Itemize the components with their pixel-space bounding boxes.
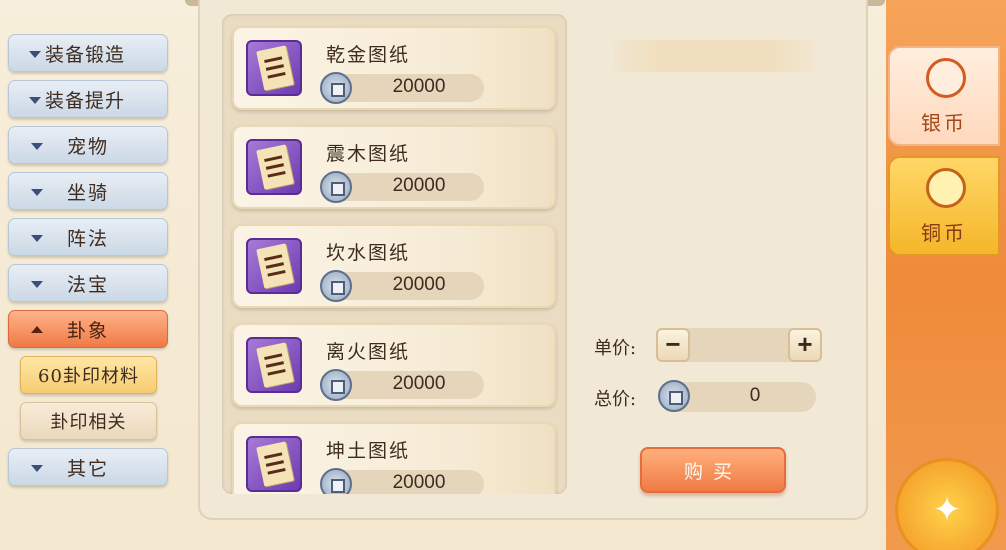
item-name: 离火图纸 [326, 341, 411, 363]
silver-coin-icon [320, 72, 352, 104]
silver-coin-icon [658, 380, 690, 412]
item-name: 坎水图纸 [326, 242, 411, 264]
category-trigram[interactable]: 卦象 [8, 310, 168, 348]
chevron-down-icon [29, 51, 41, 58]
item-name: 坤土图纸 [326, 440, 411, 462]
buy-button[interactable]: 购买 [640, 447, 786, 493]
blueprint-scroll-icon [246, 139, 302, 195]
item-price: 20000 [392, 175, 446, 196]
category-equipment-upgrade[interactable]: 装备提升 [8, 80, 168, 118]
silver-coin-icon [320, 369, 352, 401]
category-label: 卦象 [66, 319, 109, 342]
category-other[interactable]: 其它 [8, 448, 168, 486]
category-label: 坐骑 [66, 181, 109, 204]
chevron-down-icon [31, 465, 43, 472]
blueprint-scroll-icon [246, 337, 302, 393]
total-price-value: 0 [749, 385, 761, 406]
silver-coin-icon [320, 171, 352, 203]
category-pet[interactable]: 宠物 [8, 126, 168, 164]
category-label: 装备锻造 [45, 43, 126, 66]
tab-copper-coin[interactable]: 铜币 [888, 156, 1000, 256]
item-list[interactable]: 乾金图纸 20000 震木图纸 20000 坎水图纸 20000 离火图纸 20… [222, 14, 567, 494]
chevron-down-icon [31, 143, 43, 150]
category-label: 其它 [66, 457, 109, 480]
chevron-down-icon [31, 281, 43, 288]
chevron-down-icon [31, 235, 43, 242]
category-formation[interactable]: 阵法 [8, 218, 168, 256]
blueprint-scroll-icon [246, 238, 302, 294]
item-price: 20000 [392, 373, 446, 394]
buy-button-label: 购买 [683, 460, 742, 483]
category-label: 装备提升 [45, 89, 126, 112]
category-magic-treasure[interactable]: 法宝 [8, 264, 168, 302]
silver-ingot-icon [926, 58, 966, 98]
blueprint-scroll-icon [246, 40, 302, 96]
total-price-label: 总价: [594, 389, 637, 410]
blueprint-scroll-icon [246, 436, 302, 492]
category-equipment-forging[interactable]: 装备锻造 [8, 34, 168, 72]
category-mount[interactable]: 坐骑 [8, 172, 168, 210]
chevron-down-icon [31, 189, 43, 196]
increase-button[interactable]: + [788, 328, 822, 362]
item-card[interactable]: 坎水图纸 20000 [232, 224, 556, 308]
copper-coin-icon [926, 168, 966, 208]
item-card[interactable]: 乾金图纸 20000 [232, 26, 556, 110]
subcategory-label: 卦印相关 [50, 412, 127, 433]
item-card[interactable]: 离火图纸 20000 [232, 323, 556, 407]
chevron-down-icon [29, 97, 41, 104]
item-price: 20000 [392, 76, 446, 97]
silver-coin-icon [320, 270, 352, 302]
subcategory-60-seal-materials[interactable]: 60卦印材料 [20, 356, 157, 394]
category-label: 法宝 [66, 273, 109, 296]
tab-label: 铜币 [921, 221, 967, 245]
tab-silver-coin[interactable]: 银币 [888, 46, 1000, 146]
category-label: 阵法 [66, 227, 109, 250]
subcategory-seal-related[interactable]: 卦印相关 [20, 402, 157, 440]
item-name: 震木图纸 [326, 143, 411, 165]
chevron-up-icon [31, 326, 43, 333]
decrease-button[interactable]: − [656, 328, 690, 362]
category-label: 宠物 [66, 135, 109, 158]
selected-item-name-plate [614, 40, 814, 72]
item-card[interactable]: 坤土图纸 20000 [232, 422, 556, 494]
silver-coin-icon [320, 468, 352, 494]
item-price: 20000 [392, 274, 446, 295]
item-name: 乾金图纸 [326, 44, 411, 66]
item-price: 20000 [392, 472, 446, 493]
item-card[interactable]: 震木图纸 20000 [232, 125, 556, 209]
tab-label: 银币 [921, 111, 967, 135]
subcategory-label: 60卦印材料 [38, 366, 139, 387]
unit-price-label: 单价: [594, 338, 637, 359]
